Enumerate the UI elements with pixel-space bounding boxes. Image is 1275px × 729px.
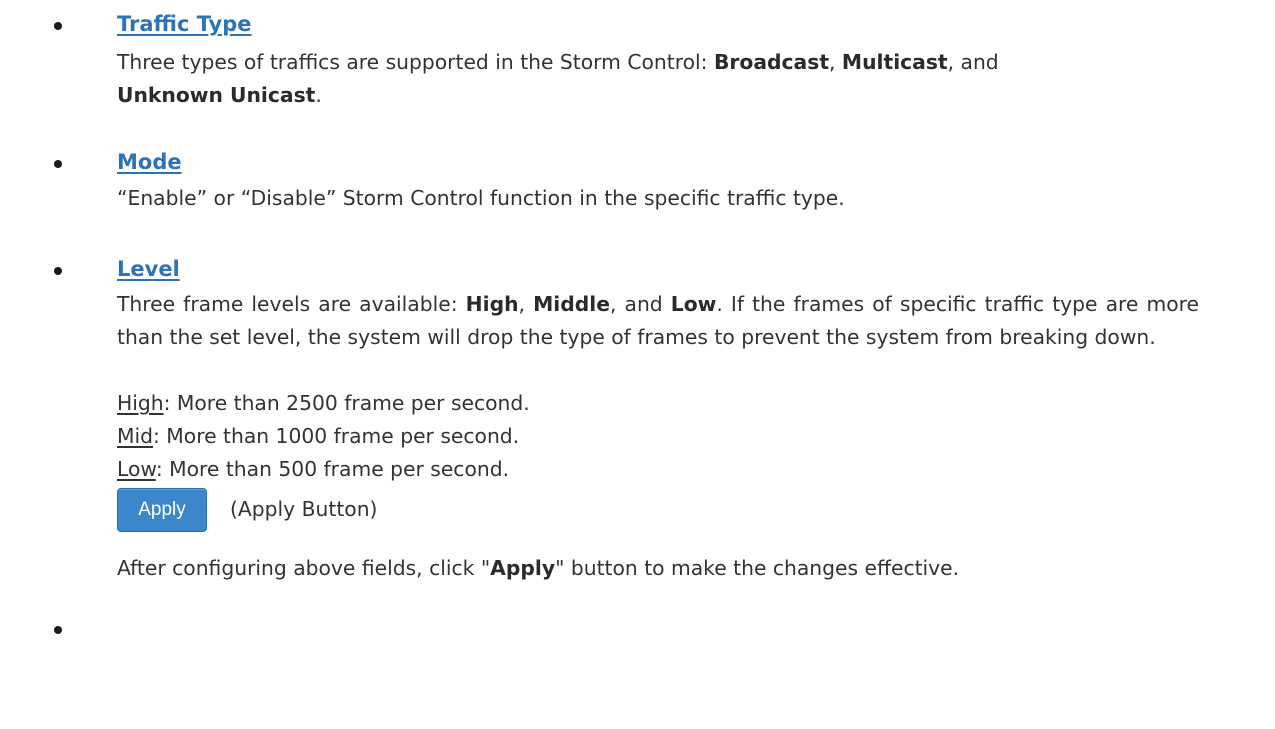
term-broadcast: Broadcast — [713, 50, 830, 74]
level-option-low: Low: More than 500 frame per second. — [117, 457, 510, 481]
apply-button-caption: (Apply Button) — [230, 497, 378, 521]
term-middle: Middle — [533, 292, 610, 316]
term-multicast: Multicast — [841, 50, 948, 74]
term-unknown-unicast: Unknown Unicast — [117, 83, 316, 107]
heading-mode[interactable]: Mode — [117, 148, 182, 176]
bullet-level — [54, 267, 62, 275]
bullet-traffic-type — [54, 22, 62, 30]
term-low: Low — [670, 292, 717, 316]
bullet-apply — [54, 626, 62, 634]
bullet-mode — [54, 160, 62, 168]
paragraph-traffic-type: Three types of traffics are supported in… — [117, 50, 999, 107]
level-option-high: High: More than 2500 frame per second. — [117, 391, 530, 415]
heading-level[interactable]: Level — [117, 255, 180, 283]
apply-button[interactable]: Apply — [117, 488, 207, 532]
term-high: High — [465, 292, 519, 316]
paragraph-level: Three frame levels are available: High, … — [117, 292, 1200, 349]
paragraph-apply: After configuring above fields, click "A… — [117, 556, 960, 580]
term-apply: Apply — [490, 556, 556, 580]
paragraph-mode: “Enable” or “Disable” Storm Control func… — [117, 186, 845, 210]
heading-traffic-type[interactable]: Traffic Type — [117, 10, 252, 38]
level-option-mid: Mid: More than 1000 frame per second. — [117, 424, 520, 448]
